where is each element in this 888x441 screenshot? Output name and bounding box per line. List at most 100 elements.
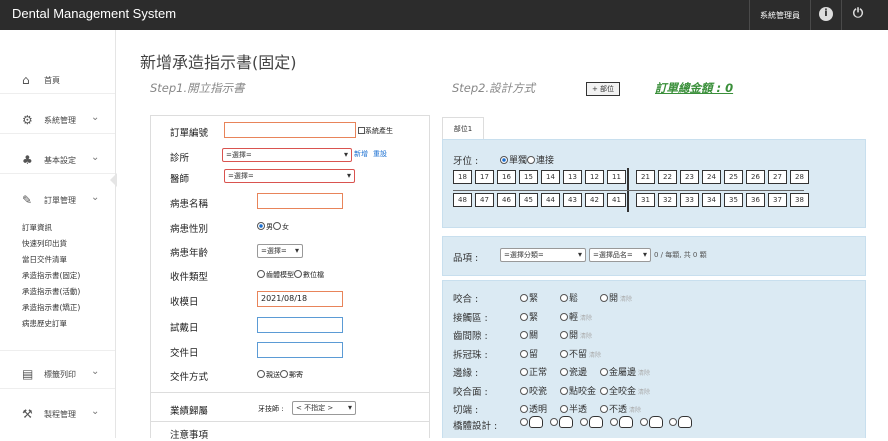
tooth-34[interactable]: 34 xyxy=(702,193,721,207)
tooth-mode-radio-group[interactable]: 單獨 連接 xyxy=(500,153,554,166)
power-icon[interactable]: ⏻ xyxy=(851,7,865,21)
doctor-select[interactable]: =選擇= xyxy=(224,169,355,183)
tab-part1[interactable]: 部位1 xyxy=(442,117,484,139)
pontic-radio[interactable] xyxy=(609,418,618,426)
option-radio[interactable]: 正常 xyxy=(520,365,547,378)
tooth-47[interactable]: 47 xyxy=(475,193,494,207)
sidebar-subitem[interactable]: 承造指示書(活動) xyxy=(22,286,80,297)
add-part-button[interactable]: + 部位 xyxy=(586,82,620,96)
tooth-27[interactable]: 27 xyxy=(768,170,787,184)
radio-button[interactable] xyxy=(600,386,608,395)
model-radio[interactable] xyxy=(257,270,265,278)
tooth-44[interactable]: 44 xyxy=(541,193,560,207)
age-select[interactable]: =選擇= xyxy=(257,244,303,258)
hand-delivery-radio[interactable] xyxy=(257,370,265,378)
clear-link[interactable]: 清除 xyxy=(580,315,592,322)
receive-date-input[interactable]: 2021/08/18 xyxy=(257,291,343,307)
tooth-31[interactable]: 31 xyxy=(636,193,655,207)
sidebar-item-system[interactable]: ⚙ 系統管理 ⌄ xyxy=(0,110,116,130)
patient-input[interactable] xyxy=(257,193,343,209)
tooth-28[interactable]: 28 xyxy=(790,170,809,184)
tooth-36[interactable]: 36 xyxy=(746,193,765,207)
product-select[interactable]: =選擇品名= xyxy=(589,248,651,262)
option-radio[interactable]: 咬瓷 xyxy=(520,384,547,397)
radio-button[interactable] xyxy=(520,331,528,339)
option-radio[interactable]: 留 xyxy=(520,347,538,360)
option-radio[interactable]: 輕清除 xyxy=(560,310,592,323)
try-date-input[interactable] xyxy=(257,317,343,333)
clear-link[interactable]: 清除 xyxy=(629,407,641,414)
technician-select[interactable]: < 不指定 > xyxy=(292,401,356,415)
sidebar-subitem[interactable]: 病患歷史訂單 xyxy=(22,318,67,329)
tooth-26[interactable]: 26 xyxy=(746,170,765,184)
pontic-radio[interactable] xyxy=(520,418,528,426)
pontic-radio[interactable] xyxy=(549,418,558,426)
sidebar-item-process[interactable]: ⚒ 製程管理 ⌄ xyxy=(0,404,116,424)
auto-generate-checkbox[interactable]: 系統產生 xyxy=(358,126,393,136)
tooth-15[interactable]: 15 xyxy=(519,170,538,184)
radio-button[interactable] xyxy=(560,368,568,376)
category-select[interactable]: =選擇分類= xyxy=(500,248,586,262)
option-radio[interactable]: 不透 清除 xyxy=(600,402,641,415)
mail-radio[interactable] xyxy=(280,370,288,378)
clear-link[interactable]: 清除 xyxy=(589,352,601,359)
radio-button[interactable] xyxy=(560,386,568,395)
option-radio[interactable]: 開清除 xyxy=(560,328,592,341)
radio-button[interactable] xyxy=(560,349,568,358)
radio-button[interactable] xyxy=(560,294,568,302)
pontic-radio[interactable] xyxy=(639,418,648,426)
pontic-radio[interactable] xyxy=(669,418,678,426)
radio-button[interactable] xyxy=(520,349,528,358)
tooth-12[interactable]: 12 xyxy=(585,170,604,184)
radio-button[interactable] xyxy=(600,294,608,302)
option-radio[interactable]: 緊 xyxy=(520,310,538,323)
tooth-38[interactable]: 38 xyxy=(790,193,809,207)
tooth-24[interactable]: 24 xyxy=(702,170,721,184)
deliver-date-input[interactable] xyxy=(257,342,343,358)
single-radio[interactable] xyxy=(500,156,508,164)
gender-radio-group[interactable]: 男女 xyxy=(257,222,289,232)
radio-button[interactable] xyxy=(520,294,528,302)
option-radio[interactable]: 瓷邊 xyxy=(560,365,587,378)
clear-link[interactable]: 清除 xyxy=(638,370,650,377)
bridge-radio[interactable] xyxy=(527,156,536,164)
option-radio[interactable]: 關 xyxy=(520,328,538,341)
option-radio[interactable]: 金屬邊 清除 xyxy=(600,365,650,378)
radio-button[interactable] xyxy=(520,368,528,376)
sidebar-subitem[interactable]: 訂單資訊 xyxy=(22,222,52,233)
clinic-select[interactable]: =選擇= xyxy=(222,148,352,162)
info-icon[interactable]: i xyxy=(819,7,833,21)
receive-type-radio-group[interactable]: 齒體模型 數位檔 xyxy=(257,270,324,280)
deliver-method-radio-group[interactable]: 親送 郵寄 xyxy=(257,370,303,380)
tooth-13[interactable]: 13 xyxy=(563,170,582,184)
option-radio[interactable]: 全咬金 清除 xyxy=(600,384,650,397)
radio-button[interactable] xyxy=(560,312,568,321)
radio-button[interactable] xyxy=(600,368,608,376)
tooth-18[interactable]: 18 xyxy=(453,170,472,184)
tooth-17[interactable]: 17 xyxy=(475,170,494,184)
tooth-23[interactable]: 23 xyxy=(680,170,699,184)
sidebar-item-home[interactable]: ⌂ 首頁 xyxy=(0,70,116,90)
clear-link[interactable]: 清除 xyxy=(580,333,592,340)
option-radio[interactable]: 緊 xyxy=(520,291,538,304)
user-menu[interactable]: 系統管理員 xyxy=(760,10,800,21)
radio-button[interactable] xyxy=(560,331,568,339)
order-no-input[interactable] xyxy=(224,122,356,138)
radio-button[interactable] xyxy=(560,405,568,413)
sidebar-subitem[interactable]: 承造指示書(固定) xyxy=(22,270,80,281)
tooth-33[interactable]: 33 xyxy=(680,193,699,207)
tooth-35[interactable]: 35 xyxy=(724,193,743,207)
sidebar-subitem[interactable]: 承造指示書(矯正) xyxy=(22,302,80,313)
option-radio[interactable]: 透明 xyxy=(520,402,547,415)
radio-button[interactable] xyxy=(520,405,528,413)
option-radio[interactable]: 點咬金 xyxy=(560,384,596,397)
option-radio[interactable]: 鬆 xyxy=(560,291,578,304)
tooth-45[interactable]: 45 xyxy=(519,193,538,207)
tooth-48[interactable]: 48 xyxy=(453,193,472,207)
pontic-radio[interactable] xyxy=(579,418,588,426)
tooth-11[interactable]: 11 xyxy=(607,170,626,184)
female-radio[interactable] xyxy=(273,222,281,230)
tooth-41[interactable]: 41 xyxy=(607,193,626,207)
clinic-new-link[interactable]: 新增 xyxy=(354,149,368,159)
sidebar-item-orders[interactable]: ✎ 訂單管理 ⌄ xyxy=(0,190,116,210)
